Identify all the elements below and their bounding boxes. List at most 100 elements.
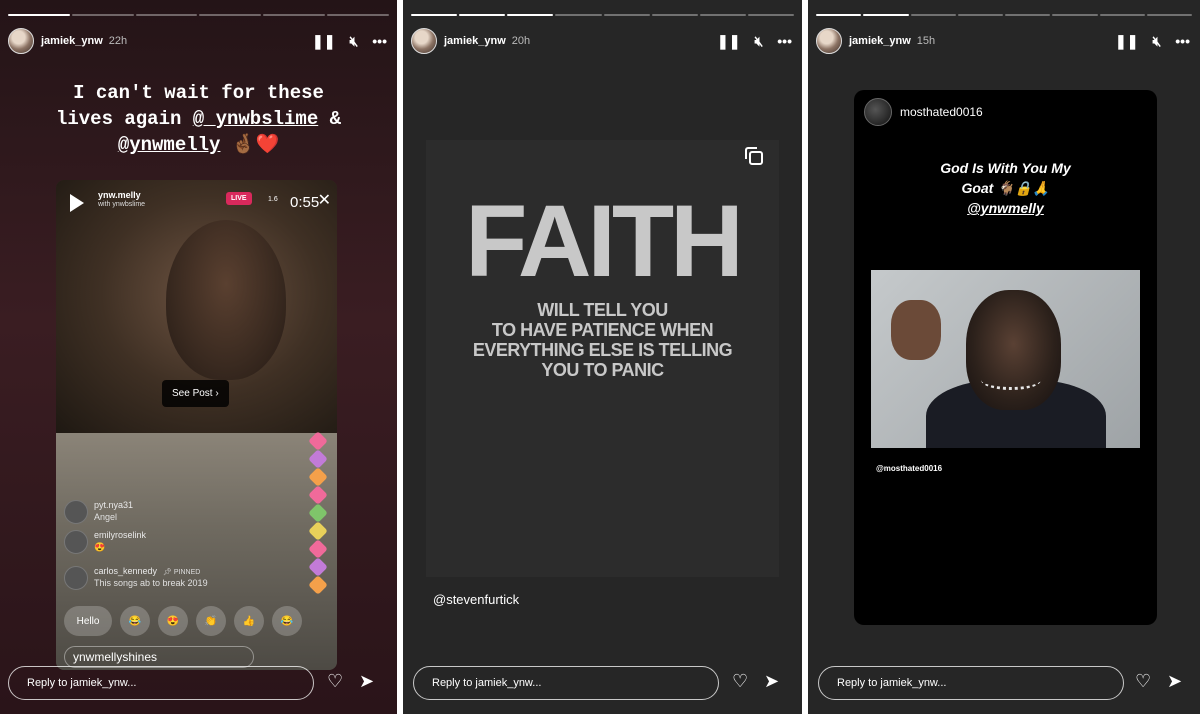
more-icon[interactable]: •••: [372, 34, 387, 48]
quote-line: YOU TO PANIC: [541, 360, 664, 380]
pause-icon[interactable]: ❚❚: [1115, 34, 1138, 48]
progress-segment: [8, 14, 70, 16]
timestamp: 22h: [108, 35, 128, 47]
heart-icon[interactable]: ♡: [732, 671, 748, 692]
username[interactable]: jamiek_ynw: [41, 35, 103, 47]
send-icon[interactable]: ➤: [764, 671, 779, 692]
quote-line: EVERYTHING ELSE IS TELLING: [472, 340, 733, 360]
shared-post-card[interactable]: FAITH WILL TELL YOU TO HAVE PATIENCE WHE…: [426, 140, 779, 577]
live-comment-input[interactable]: ynwmellyshines: [64, 646, 254, 668]
progress-segment: [555, 14, 602, 16]
mute-icon[interactable]: 🔇︎: [1152, 34, 1161, 48]
comment-text: This songs ab to break 2019: [94, 578, 208, 588]
timestamp: 15h: [916, 35, 936, 47]
comment-item: pyt.nya31 Angel: [64, 500, 133, 524]
avatar: [64, 566, 88, 590]
quote-line: WILL TELL YOU: [537, 300, 668, 320]
quote-body: WILL TELL YOU TO HAVE PATIENCE WHEN EVER…: [426, 300, 779, 380]
username[interactable]: jamiek_ynw: [849, 35, 911, 47]
pause-icon[interactable]: ❚❚: [312, 34, 335, 48]
comment-item: carlos_kennedy 📌︎ PINNED This songs ab to…: [64, 566, 208, 590]
reaction-button[interactable]: 👏: [196, 606, 226, 636]
heart-icon: [308, 431, 328, 451]
progress-bar: [816, 14, 1192, 16]
mute-icon[interactable]: 🔇︎: [754, 34, 763, 48]
stories-viewer: jamiek_ynw 22h ❚❚ 🔇︎ ••• I can't wait fo…: [0, 0, 1200, 714]
reaction-button[interactable]: 😂: [272, 606, 302, 636]
story-3: jamiek_ynw 15h ❚❚ 🔇︎ ••• mosthated0016 G…: [808, 0, 1200, 714]
post-username: mosthated0016: [900, 105, 983, 119]
photo-subject: [966, 290, 1061, 410]
chevron-right-icon: ›: [215, 388, 219, 399]
progress-bar: [8, 14, 389, 16]
live-replay-card[interactable]: ynw.melly with ynwbslime LIVE 1.6 0:55 ✕…: [56, 180, 337, 670]
comment-text: 😍: [94, 542, 106, 552]
reply-input[interactable]: Reply to jamiek_ynw...: [413, 666, 719, 700]
live-username: ynw.melly: [98, 190, 141, 200]
heart-icon: [308, 467, 328, 487]
progress-segment: [651, 14, 698, 16]
shared-post-card[interactable]: mosthated0016 God Is With You My Goat 🐐🔒…: [854, 90, 1157, 625]
progress-segment: [816, 14, 862, 16]
send-icon[interactable]: ➤: [1167, 671, 1182, 692]
heart-icon[interactable]: ♡: [327, 671, 343, 692]
comment-username: carlos_kennedy: [94, 566, 158, 576]
comment-item: emilyroselink 😍: [64, 530, 146, 554]
post-credit-link[interactable]: @stevenfurtick: [433, 592, 519, 607]
heart-icon: [308, 539, 328, 559]
reply-input[interactable]: Reply to jamiek_ynw...: [8, 666, 314, 700]
post-photo: [871, 270, 1140, 448]
mute-icon[interactable]: 🔇︎: [349, 34, 358, 48]
avatar: [64, 500, 88, 524]
heart-icon: [308, 521, 328, 541]
reaction-button[interactable]: 👍: [234, 606, 264, 636]
pause-icon[interactable]: ❚❚: [717, 34, 740, 48]
avatar[interactable]: [816, 28, 842, 54]
more-icon[interactable]: •••: [777, 34, 792, 48]
heart-icon: [308, 449, 328, 469]
live-badge: LIVE: [226, 192, 252, 205]
reply-input[interactable]: Reply to jamiek_ynw...: [818, 666, 1124, 700]
more-icon[interactable]: •••: [1175, 34, 1190, 48]
reaction-bar: Hello 😂 😍 👏 👍 😂: [64, 606, 337, 636]
progress-segment: [135, 14, 198, 16]
carousel-icon: [745, 147, 763, 165]
caption-line: Goat 🐐🔒🙏: [961, 180, 1050, 196]
send-icon[interactable]: ➤: [359, 671, 374, 692]
reaction-button[interactable]: Hello: [64, 606, 112, 636]
see-post-button[interactable]: See Post ›: [162, 380, 229, 407]
post-credit-link[interactable]: @mosthated0016: [876, 464, 942, 473]
comment-username: emilyroselink: [94, 530, 147, 540]
story-header: jamiek_ynw 22h ❚❚ 🔇︎ •••: [8, 28, 387, 54]
progress-segment: [603, 14, 650, 16]
heart-icon: [308, 503, 328, 523]
progress-segment: [327, 14, 389, 16]
caption-line: I can't wait for these: [73, 82, 324, 104]
quote-line: TO HAVE PATIENCE WHEN: [491, 320, 714, 340]
pinned-text: PINNED: [173, 569, 201, 576]
heart-icon: [308, 485, 328, 505]
mention-link[interactable]: @ynwmelly: [118, 134, 221, 156]
quote-title: FAITH: [465, 184, 744, 298]
pinned-label: 📌︎ PINNED: [163, 569, 200, 576]
progress-segment: [1099, 14, 1145, 16]
avatar[interactable]: [411, 28, 437, 54]
mention-link[interactable]: @_ynwbslime: [193, 108, 318, 130]
hearts-stream: [308, 431, 333, 624]
progress-segment: [199, 14, 262, 16]
heart-icon: [308, 557, 328, 577]
progress-segment: [71, 14, 134, 16]
reaction-button[interactable]: 😂: [120, 606, 150, 636]
story-2: jamiek_ynw 20h ❚❚ 🔇︎ ••• FAITH WILL TELL…: [403, 0, 802, 714]
progress-segment: [910, 14, 956, 16]
avatar[interactable]: [8, 28, 34, 54]
username[interactable]: jamiek_ynw: [444, 35, 506, 47]
reaction-button[interactable]: 😍: [158, 606, 188, 636]
heart-icon[interactable]: ♡: [1135, 671, 1151, 692]
mention-link[interactable]: @ynwmelly: [967, 200, 1044, 216]
progress-bar: [411, 14, 794, 16]
video-frame: [166, 220, 286, 380]
progress-segment: [1052, 14, 1098, 16]
progress-segment: [1005, 14, 1051, 16]
play-icon[interactable]: [70, 194, 84, 212]
